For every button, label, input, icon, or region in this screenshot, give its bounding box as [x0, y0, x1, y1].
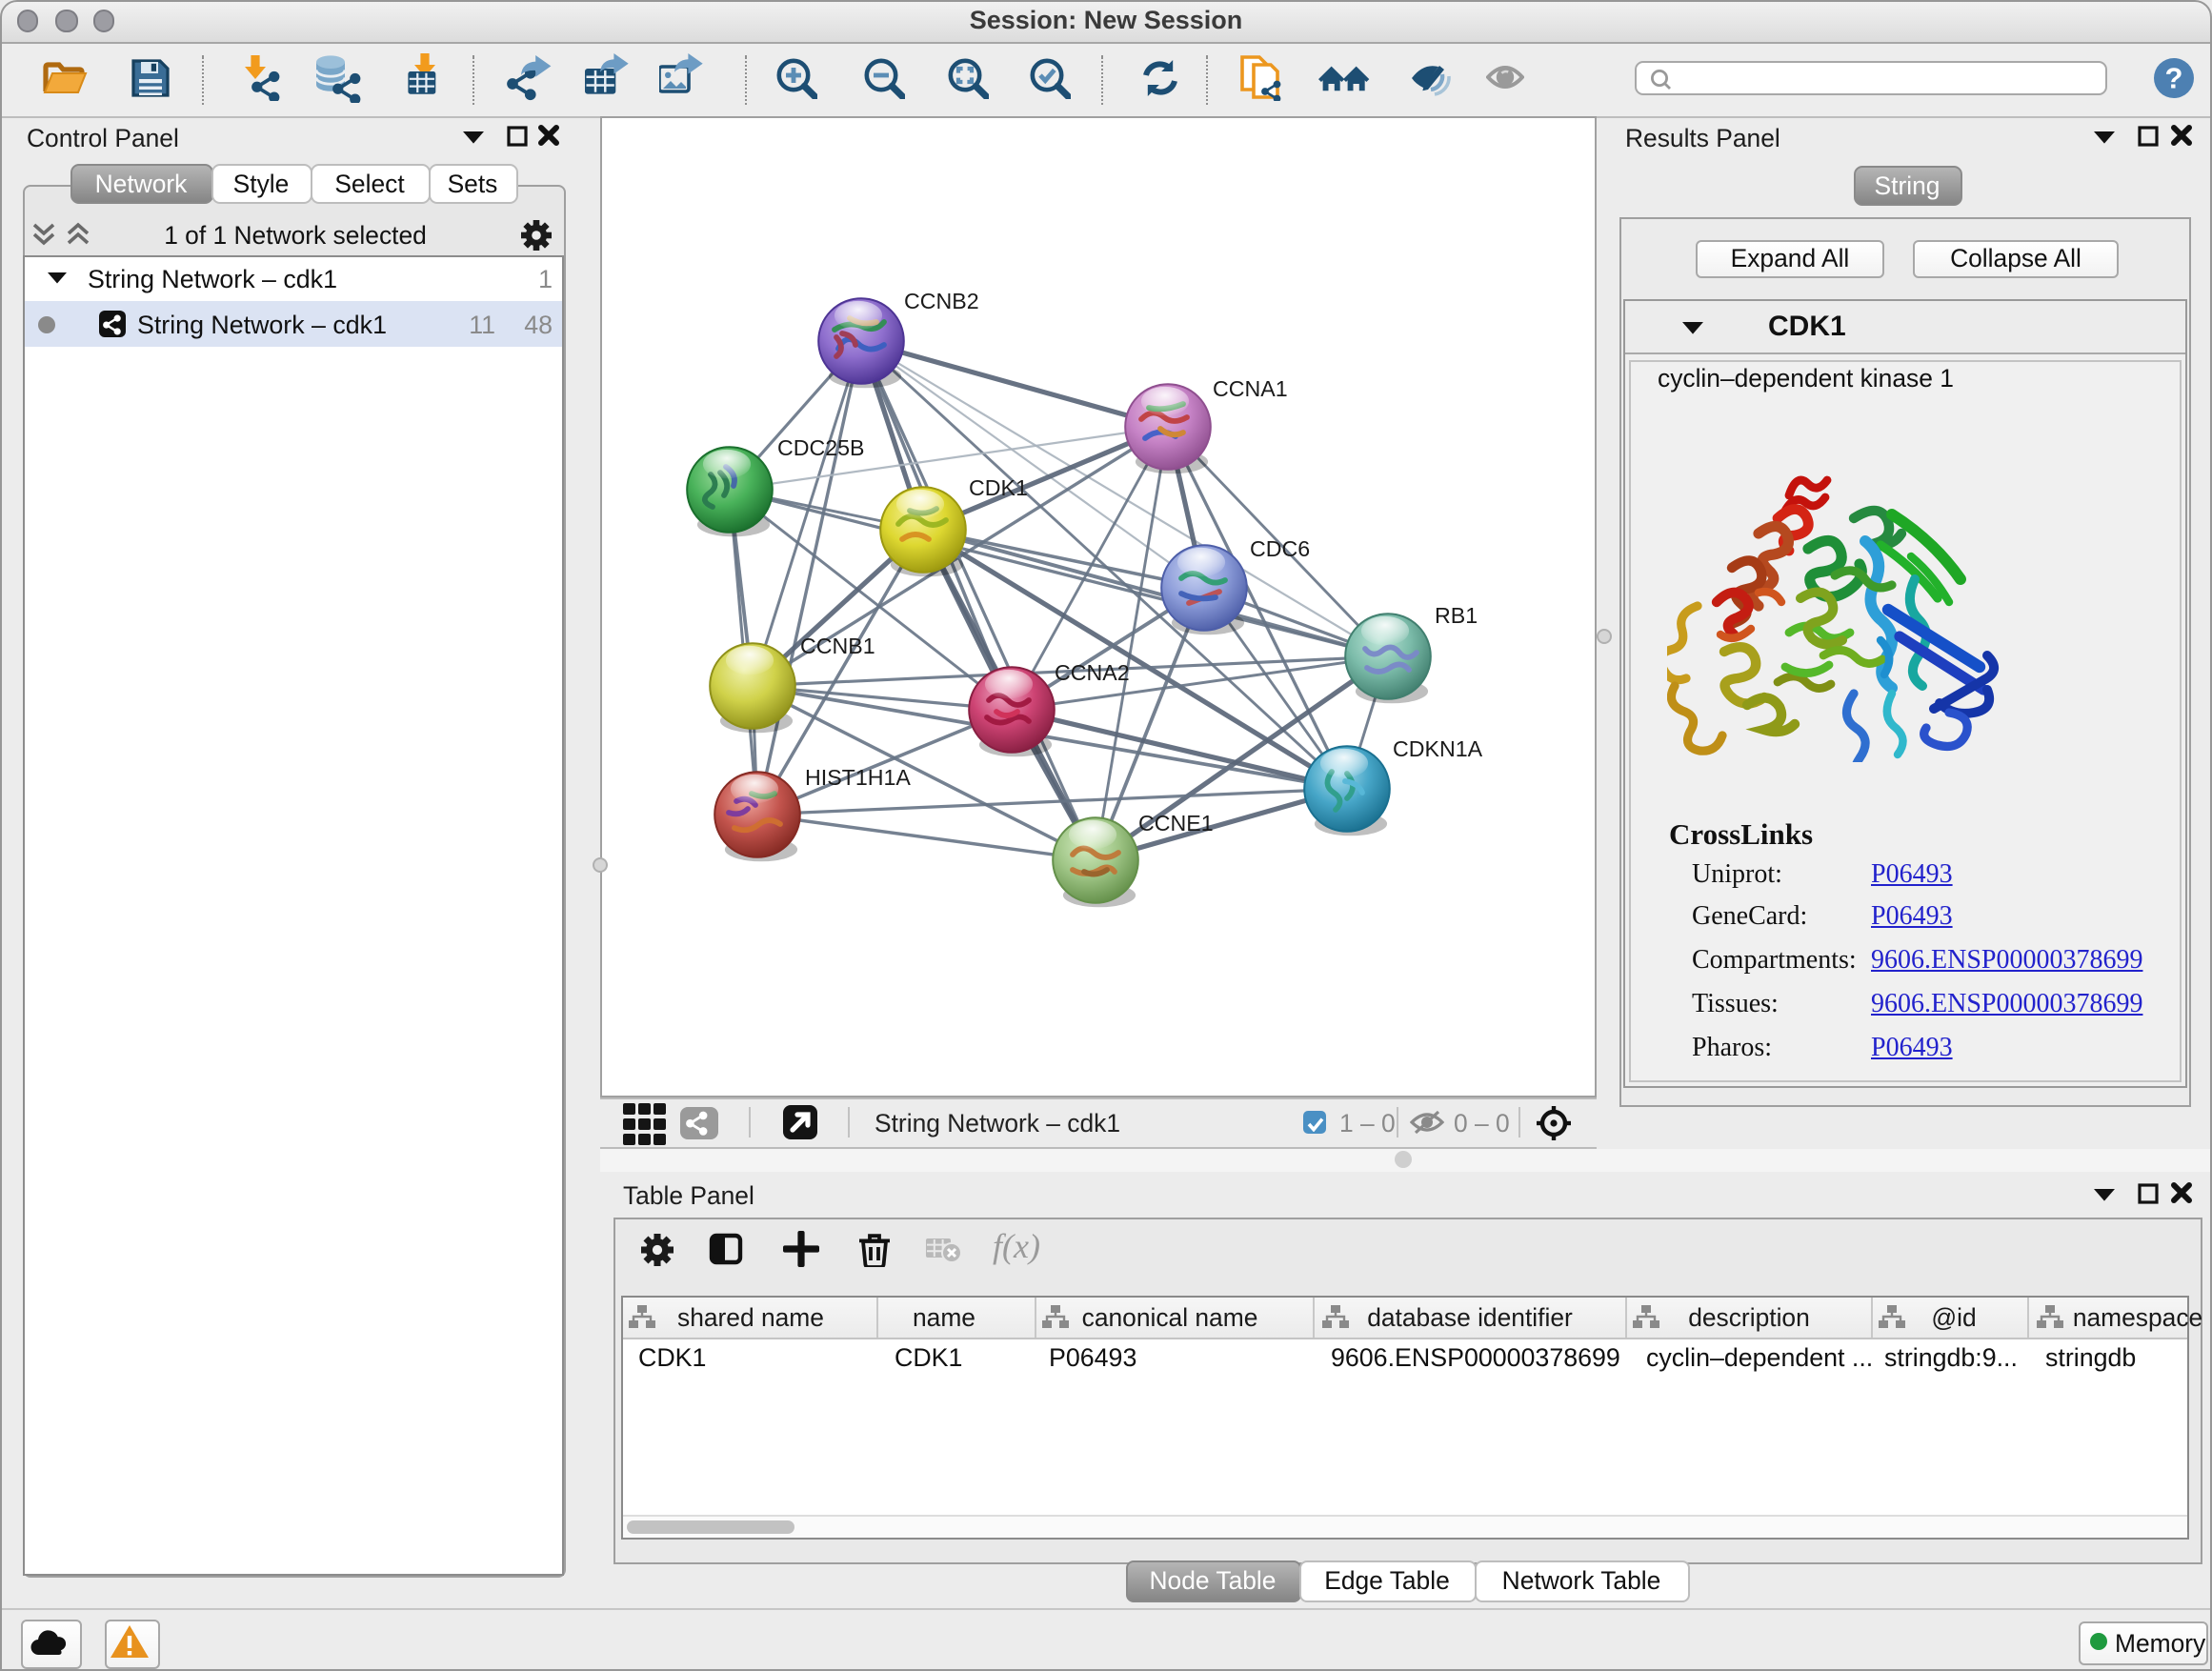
- svg-text:CDK1: CDK1: [969, 475, 1028, 500]
- svg-text:HIST1H1A: HIST1H1A: [805, 765, 911, 790]
- svg-text:CCNA1: CCNA1: [1213, 376, 1288, 401]
- svg-text:CCNB2: CCNB2: [904, 289, 979, 313]
- svg-text:CCNA2: CCNA2: [1055, 660, 1130, 685]
- svg-text:CDKN1A: CDKN1A: [1393, 736, 1483, 761]
- svg-text:?: ?: [2164, 61, 2182, 94]
- svg-text:CDC25B: CDC25B: [777, 435, 865, 460]
- svg-text:RB1: RB1: [1435, 603, 1478, 628]
- svg-text:CDC6: CDC6: [1250, 536, 1310, 561]
- svg-text:CCNE1: CCNE1: [1138, 811, 1214, 836]
- svg-text:CCNB1: CCNB1: [800, 634, 875, 658]
